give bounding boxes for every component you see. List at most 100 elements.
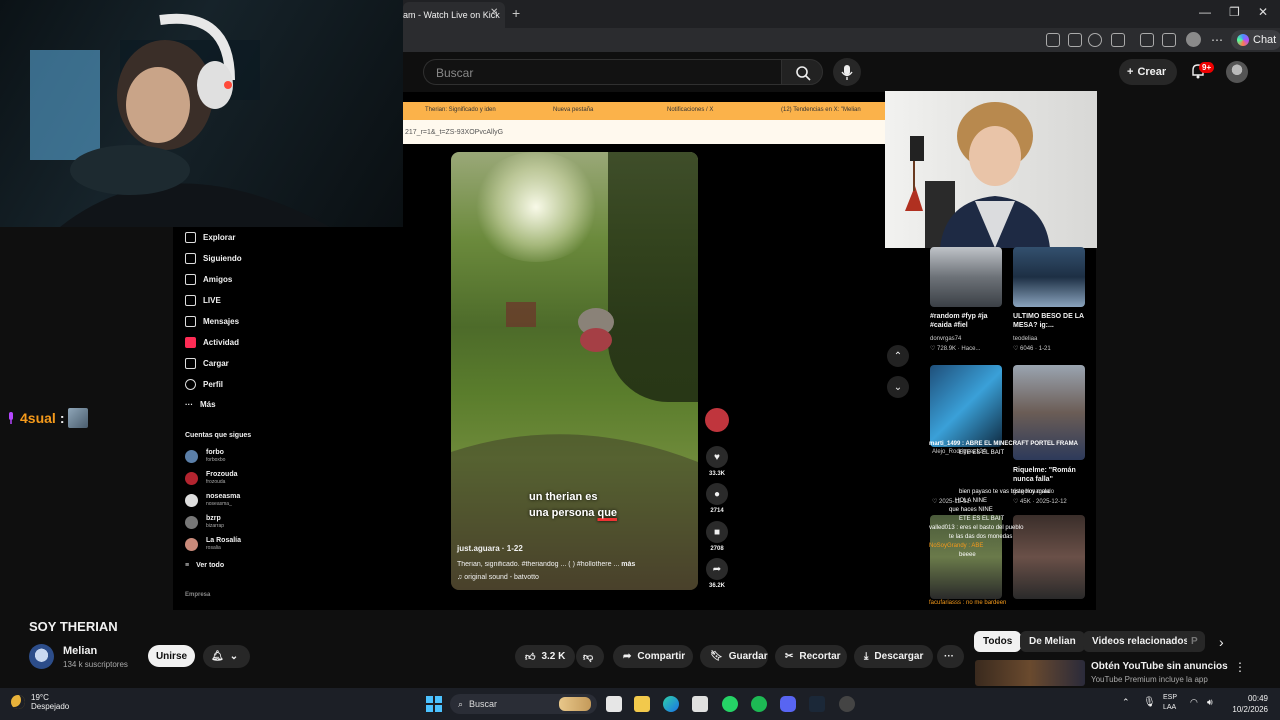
spotify-icon[interactable]: [751, 696, 767, 712]
clock[interactable]: 00:49 10/2/2026: [1228, 693, 1268, 715]
voice-search-button[interactable]: [833, 58, 861, 86]
dislike-button[interactable]: 👎︎: [576, 645, 604, 668]
new-tab-icon[interactable]: +: [512, 5, 520, 21]
tiktok-menu-profile: Perfil: [185, 379, 223, 390]
tiktok-menu-explore: Explorar: [185, 232, 235, 243]
star-icon[interactable]: [1088, 33, 1102, 47]
chat-line: HOLA NINE: [955, 498, 988, 504]
inner-tab: (12) Tendencias en X: "Melian: [781, 107, 861, 113]
volume-icon[interactable]: 🔊︎: [1207, 697, 1213, 708]
windows-start-icon[interactable]: [426, 696, 442, 712]
bell-icon: 🔔︎: [211, 651, 224, 662]
favorites-icon[interactable]: [1140, 33, 1154, 47]
stream-inner-url: 217_r=1&_t=ZS-93XOPvcAllyG: [403, 120, 885, 144]
ad-thumbnail[interactable]: [975, 660, 1085, 686]
language-indicator[interactable]: ESP LAA: [1163, 693, 1177, 713]
streamer-webcam-left: [0, 0, 403, 227]
copilot-chat-button[interactable]: Chat: [1231, 30, 1280, 50]
chevron-down-icon: ⌄: [887, 376, 909, 398]
extension-icon[interactable]: [1046, 33, 1060, 47]
chat-line: ETE ES EL BAIT: [959, 516, 1005, 522]
channel-name[interactable]: Melian: [63, 645, 97, 657]
discord-icon[interactable]: [780, 696, 796, 712]
profile-icon[interactable]: [1186, 32, 1201, 47]
chevron-up-icon[interactable]: ⌃: [1122, 697, 1130, 708]
grid-caption: ULTIMO BESO DE LA MESA? ig:...: [1013, 313, 1084, 329]
chevron-up-icon: ⌃: [887, 345, 909, 367]
subscribed-bell-button[interactable]: 🔔︎ ⌄: [203, 645, 250, 668]
chevron-right-icon[interactable]: ›: [1219, 634, 1224, 650]
following-item: Frozouda frozouda: [185, 471, 238, 485]
mic-icon[interactable]: 🎙︎: [1143, 697, 1156, 708]
tiktok-video: [451, 152, 698, 590]
chat-emote: [68, 408, 89, 428]
search-button[interactable]: [781, 59, 823, 85]
search-highlight-icon: [559, 697, 591, 711]
minimize-icon[interactable]: —: [1199, 5, 1211, 19]
more-menu-icon[interactable]: ⋯: [1211, 33, 1223, 47]
more-vertical-icon[interactable]: ⋮: [1234, 660, 1246, 674]
grid-user: donvrgas74: [930, 336, 962, 342]
chat-line: que haces NINE: [949, 507, 993, 513]
bookmark-icon: 🔖︎: [710, 651, 723, 662]
search-icon: [796, 66, 811, 81]
more-actions-button[interactable]: ···: [937, 645, 964, 668]
save-action: ■ 2708: [705, 521, 729, 552]
save-button[interactable]: 🔖︎ Guardar: [700, 645, 768, 668]
plus-icon: +: [1127, 66, 1134, 78]
streamer-webcam-right: [885, 91, 1097, 248]
chat-line: NoSoyGrandy : ABE: [929, 543, 984, 549]
steam-icon[interactable]: [809, 696, 825, 712]
tab-close-icon[interactable]: ✕: [490, 7, 498, 18]
search-input[interactable]: Buscar: [423, 59, 781, 85]
tiktok-menu-messages: Mensajes: [185, 316, 239, 327]
share-action: ➦ 36.2K: [705, 558, 729, 589]
notification-badge: 9+: [1199, 62, 1215, 73]
chip-partial[interactable]: P: [1187, 631, 1205, 652]
task-view-icon[interactable]: [606, 696, 622, 712]
heart-icon: ♥: [706, 446, 728, 468]
stream-chat-message: 4sual :: [6, 408, 89, 428]
share-icon: ➦: [623, 651, 632, 662]
account-avatar[interactable]: [1226, 61, 1248, 83]
obs-icon[interactable]: [839, 696, 855, 712]
video-description: Therian, significado. #theriandog ... ( …: [457, 561, 636, 568]
chat-line: marti_1499 : ABRE EL MINECRAFT PORTEL FR…: [929, 441, 1078, 447]
weather-widget[interactable]: 19°C Despejado: [11, 693, 69, 711]
thumbs-down-icon: 👎︎: [583, 651, 594, 663]
wifi-icon[interactable]: ◠: [1190, 697, 1198, 708]
video-sound: ♫ original sound - batvotto: [457, 574, 539, 581]
chip-all[interactable]: Todos: [974, 631, 1022, 652]
profile-icon: [185, 379, 196, 390]
tiktok-menu-friends: Amigos: [185, 274, 232, 285]
chat-line: beeee: [959, 552, 976, 558]
join-button[interactable]: Unirse: [148, 645, 195, 667]
create-button[interactable]: + Crear: [1119, 59, 1177, 85]
whatsapp-icon[interactable]: [722, 696, 738, 712]
split-icon[interactable]: [1068, 33, 1082, 47]
sync-icon[interactable]: [1111, 33, 1125, 47]
collections-icon[interactable]: [1162, 33, 1176, 47]
clip-button[interactable]: ✂ Recortar: [775, 645, 847, 668]
following-item: La Rosalía rosalia: [185, 537, 241, 551]
chip-from-channel[interactable]: De Melian: [1020, 631, 1085, 652]
ad-subtitle: YouTube Premium incluye la app: [1091, 675, 1208, 684]
chip-related[interactable]: Videos relacionados: [1083, 631, 1199, 652]
download-button[interactable]: ⤓ Descargar: [854, 645, 933, 668]
edge-icon[interactable]: [663, 696, 679, 712]
maximize-icon[interactable]: ❐: [1229, 5, 1240, 19]
taskbar-search[interactable]: ⌕ Buscar: [450, 694, 597, 714]
more-horizontal-icon: ···: [944, 651, 954, 662]
file-explorer-icon[interactable]: [634, 696, 650, 712]
close-window-icon[interactable]: ✕: [1258, 5, 1268, 19]
ad-title[interactable]: Obtén YouTube sin anuncios: [1091, 661, 1228, 672]
following-item: bzrp bizarrap: [185, 515, 224, 529]
share-icon: ➦: [706, 558, 728, 580]
avatar: [185, 515, 198, 529]
subscriber-count: 134 k suscriptores: [63, 660, 128, 669]
app-icon[interactable]: [692, 696, 708, 712]
like-button[interactable]: 👍︎ 3.2 K: [515, 645, 575, 668]
channel-avatar[interactable]: [29, 644, 54, 669]
tiktok-menu-following: Siguiendo: [185, 253, 242, 264]
share-button[interactable]: ➦ Compartir: [613, 645, 693, 668]
